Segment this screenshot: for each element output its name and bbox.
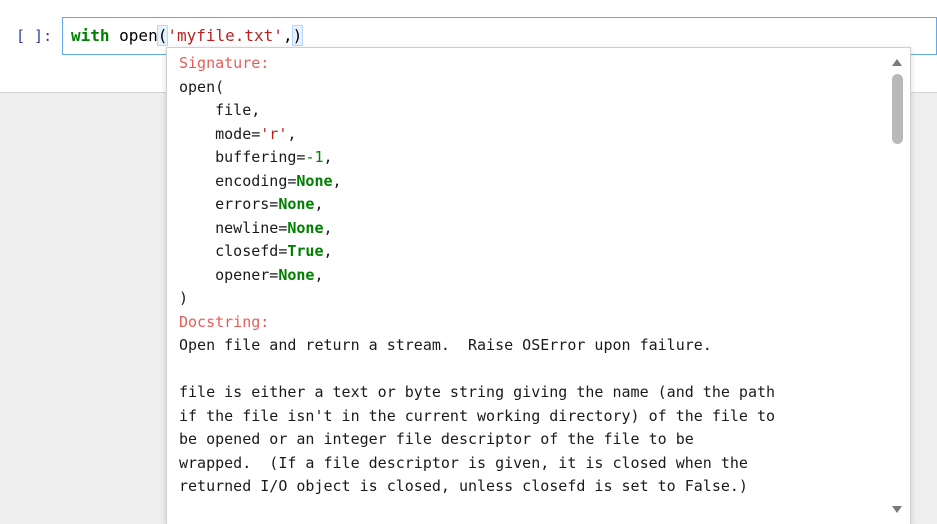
signature-param-line: opener=None, <box>215 265 324 284</box>
signature-close: ) <box>179 289 189 307</box>
param-default: 'r' <box>260 124 288 143</box>
tooltip-content: Signature: open( file, mode='r', bufferi… <box>179 52 879 499</box>
scrollbar-thumb[interactable] <box>892 74 903 144</box>
param-name: newline= <box>215 218 288 237</box>
docstring-line: wrapped. (If a file descriptor is given,… <box>179 453 748 472</box>
tooltip-scrollbar[interactable] <box>884 48 910 524</box>
close-paren: ) <box>291 25 304 46</box>
param-name: encoding= <box>215 171 297 190</box>
docstring-line: Open file and return a stream. Raise OSE… <box>179 336 712 354</box>
signature-param-line: buffering=-1, <box>215 148 333 166</box>
docstring-line: returned I/O object is closed, unless cl… <box>179 477 748 495</box>
param-name: file <box>215 101 252 119</box>
signature-param-line: errors=None, <box>215 195 324 213</box>
cell-prompt: [ ]: <box>16 27 53 45</box>
signature-params: file, mode='r', buffering=-1, encoding=N… <box>179 101 342 284</box>
docstring-body: Open file and return a stream. Raise OSE… <box>179 336 775 495</box>
param-name: mode= <box>215 124 261 143</box>
triangle-down-icon[interactable] <box>892 506 902 513</box>
param-name: opener= <box>215 265 279 284</box>
param-name: closefd= <box>215 242 288 260</box>
signature-param-line: file, <box>215 101 261 119</box>
param-default: True <box>287 242 324 260</box>
signature-tooltip[interactable]: Signature: open( file, mode='r', bufferi… <box>166 47 911 524</box>
triangle-up-icon[interactable] <box>892 59 902 66</box>
param-name: errors= <box>215 195 279 213</box>
func-open: open <box>109 26 158 45</box>
param-name: buffering= <box>215 148 306 166</box>
docstring-line: file is either a text or byte string giv… <box>179 383 776 401</box>
signature-heading: Signature: <box>179 54 270 72</box>
param-default: None <box>287 218 324 237</box>
param-default: None <box>278 195 315 213</box>
signature-open: open( <box>179 77 225 96</box>
docstring-line: be opened or an integer file descriptor … <box>179 430 694 448</box>
comma: , <box>282 26 293 45</box>
signature-param-line: closefd=True, <box>215 242 333 260</box>
param-default: -1 <box>305 148 324 166</box>
docstring-heading: Docstring: <box>179 312 270 331</box>
keyword-with: with <box>71 26 110 45</box>
param-default: None <box>296 171 333 190</box>
filename-string: 'myfile.txt' <box>167 26 283 45</box>
signature-param-line: mode='r', <box>215 124 297 143</box>
docstring-line: if the file isn't in the current working… <box>179 406 776 425</box>
signature-param-line: newline=None, <box>215 218 333 237</box>
param-default: None <box>278 265 315 284</box>
code-line[interactable]: with open('myfile.txt',) <box>71 25 304 46</box>
signature-param-line: encoding=None, <box>215 171 342 190</box>
